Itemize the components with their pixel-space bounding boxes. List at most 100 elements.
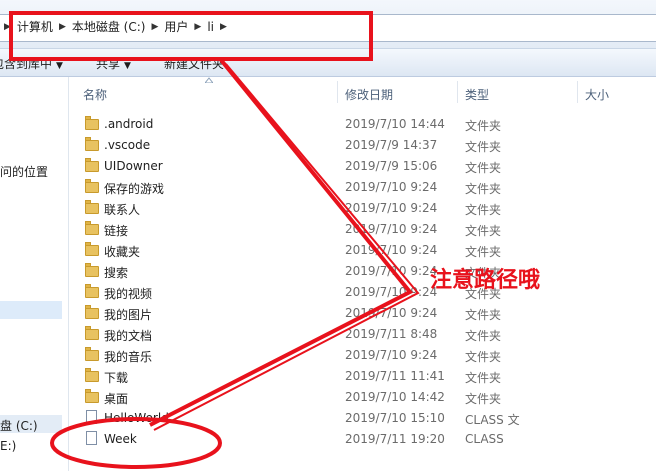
- column-modified[interactable]: 修改日期: [345, 86, 393, 103]
- breadcrumb-arrow-icon[interactable]: ▶: [59, 22, 66, 32]
- folder-icon: [85, 137, 99, 151]
- sort-ascending-icon: [205, 77, 213, 83]
- command-toolbar: 包含到库中▼ 共享▼ 新建文件夹: [0, 49, 656, 77]
- include-in-library-label: 包含到库中: [0, 57, 53, 71]
- column-divider[interactable]: [457, 81, 458, 103]
- breadcrumb-arrow-icon[interactable]: ▶: [151, 22, 158, 32]
- favorites-folder-icon: [85, 242, 99, 256]
- file-row[interactable]: 保存的游戏 2019/7/10 9:24 文件夹: [69, 177, 656, 198]
- breadcrumb-arrow-icon[interactable]: ▶: [4, 22, 11, 32]
- breadcrumb-users[interactable]: 用户: [164, 18, 188, 35]
- file-modified-date: 2019/7/10 9:24: [345, 348, 438, 362]
- file-name: 保存的游戏: [104, 182, 165, 196]
- file-type: 文件夹: [465, 308, 502, 322]
- file-modified-date: 2019/7/10 14:42: [345, 390, 445, 404]
- file-row[interactable]: 我的音乐 2019/7/10 9:24 文件夹: [69, 345, 656, 366]
- file-type: 文件夹: [465, 329, 502, 343]
- file-row[interactable]: 链接 2019/7/10 9:24 文件夹: [69, 219, 656, 240]
- file-type: 文件夹: [465, 140, 502, 154]
- file-modified-date: 2019/7/10 9:24: [345, 201, 438, 215]
- navigation-pane: 问的位置 盘 (C:) E:): [0, 77, 69, 471]
- file-row[interactable]: 我的图片 2019/7/10 9:24 文件夹: [69, 303, 656, 324]
- file-row[interactable]: 联系人 2019/7/10 9:24 文件夹: [69, 198, 656, 219]
- file-modified-date: 2019/7/10 9:24: [345, 285, 438, 299]
- file-modified-date: 2019/7/9 14:37: [345, 138, 438, 152]
- file-type: 文件夹: [465, 224, 502, 238]
- nav-item-drive-c[interactable]: 盘 (C:): [0, 415, 62, 433]
- file-modified-date: 2019/7/10 9:24: [345, 243, 438, 257]
- chevron-down-icon: ▼: [56, 61, 63, 71]
- file-type: 文件夹: [465, 161, 502, 175]
- file-modified-date: 2019/7/10 9:24: [345, 264, 438, 278]
- share-label: 共享: [96, 57, 121, 71]
- file-type: 文件夹: [465, 203, 502, 217]
- file-modified-date: 2019/7/10 9:24: [345, 306, 438, 320]
- column-size[interactable]: 大小: [585, 86, 609, 103]
- file-row[interactable]: 收藏夹 2019/7/10 9:24 文件夹: [69, 240, 656, 261]
- folder-icon: [85, 158, 99, 172]
- column-divider[interactable]: [337, 81, 338, 103]
- pictures-folder-icon: [85, 305, 99, 319]
- nav-item-drive-e[interactable]: E:): [0, 439, 16, 453]
- links-folder-icon: [85, 221, 99, 235]
- nav-item-drive-label: 盘 (C:): [0, 419, 38, 433]
- file-modified-date: 2019/7/11 11:41: [345, 369, 445, 383]
- file-type: 文件夹: [465, 182, 502, 196]
- breadcrumb-arrow-icon[interactable]: ▶: [220, 22, 227, 32]
- file-name: UIDowner: [104, 159, 163, 173]
- address-bar: ▶ 计算机 ▶ 本地磁盘 (C:) ▶ 用户 ▶ li ▶: [0, 0, 656, 49]
- chevron-down-icon: ▼: [124, 61, 131, 71]
- file-type: 文件夹: [465, 350, 502, 364]
- nav-selected-item[interactable]: [0, 301, 62, 319]
- music-folder-icon: [85, 347, 99, 361]
- file-row[interactable]: Week 2019/7/11 19:20 CLASS: [69, 429, 656, 450]
- column-type[interactable]: 类型: [465, 86, 489, 103]
- file-icon: [85, 410, 99, 424]
- file-type: CLASS 文: [465, 413, 520, 427]
- file-name: 收藏夹: [104, 245, 141, 259]
- file-row[interactable]: 搜索 2019/7/10 9:24 文件夹: [69, 261, 656, 282]
- breadcrumb-arrow-icon[interactable]: ▶: [194, 22, 201, 32]
- folder-icon: [85, 116, 99, 130]
- documents-folder-icon: [85, 326, 99, 340]
- file-name: HelloWorld: [104, 411, 169, 425]
- breadcrumb-li[interactable]: li: [207, 20, 214, 34]
- desktop-folder-icon: [85, 389, 99, 403]
- file-modified-date: 2019/7/10 14:44: [345, 117, 445, 131]
- file-row[interactable]: 我的文档 2019/7/11 8:48 文件夹: [69, 324, 656, 345]
- file-modified-date: 2019/7/11 8:48: [345, 327, 438, 341]
- file-modified-date: 2019/7/10 15:10: [345, 411, 445, 425]
- file-row[interactable]: HelloWorld 2019/7/10 15:10 CLASS 文: [69, 408, 656, 429]
- file-type: 文件夹: [465, 245, 502, 259]
- share-button[interactable]: 共享 ▼: [96, 55, 131, 72]
- file-row[interactable]: 桌面 2019/7/10 14:42 文件夹: [69, 387, 656, 408]
- file-list: .android 2019/7/10 14:44 文件夹 .vscode 2019/7/…: [69, 114, 656, 471]
- breadcrumb-local-disk[interactable]: 本地磁盘 (C:): [72, 18, 146, 35]
- annotation-text: 注意路径哦: [430, 268, 541, 293]
- column-divider[interactable]: [577, 81, 578, 103]
- file-type: 文件夹: [465, 371, 502, 385]
- file-modified-date: 2019/7/9 15:06: [345, 159, 438, 173]
- file-name: 我的图片: [104, 308, 153, 322]
- file-type: 文件夹: [465, 392, 502, 406]
- videos-folder-icon: [85, 284, 99, 298]
- new-folder-button[interactable]: 新建文件夹: [164, 55, 224, 72]
- file-type: CLASS: [465, 432, 504, 446]
- file-row[interactable]: 下载 2019/7/11 11:41 文件夹: [69, 366, 656, 387]
- file-row[interactable]: .vscode 2019/7/9 14:37 文件夹: [69, 135, 656, 156]
- file-row[interactable]: 我的视频 2019/7/10 9:24 文件夹: [69, 282, 656, 303]
- breadcrumb: ▶ 计算机 ▶ 本地磁盘 (C:) ▶ 用户 ▶ li ▶: [4, 18, 227, 35]
- file-name: 我的视频: [104, 287, 153, 301]
- file-name: 桌面: [104, 392, 129, 406]
- nav-item-recent-places[interactable]: 问的位置: [0, 163, 48, 180]
- column-name[interactable]: 名称: [83, 86, 107, 103]
- file-row[interactable]: .android 2019/7/10 14:44 文件夹: [69, 114, 656, 135]
- file-icon: [85, 431, 99, 445]
- file-type: 文件夹: [465, 119, 502, 133]
- file-modified-date: 2019/7/10 9:24: [345, 222, 438, 236]
- file-name: .vscode: [104, 138, 151, 152]
- column-headers: 名称 修改日期 类型 大小: [69, 77, 656, 105]
- breadcrumb-computer[interactable]: 计算机: [17, 18, 53, 35]
- include-in-library-button[interactable]: 包含到库中▼: [0, 55, 63, 72]
- file-row[interactable]: UIDowner 2019/7/9 15:06 文件夹: [69, 156, 656, 177]
